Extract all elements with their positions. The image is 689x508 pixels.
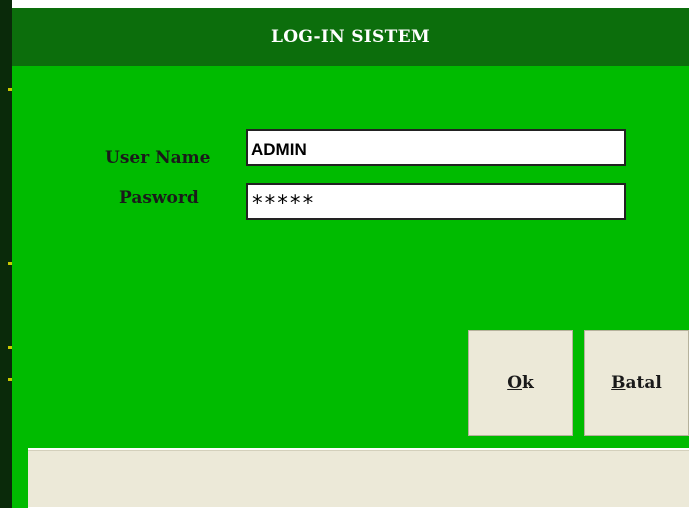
password-label: Pasword <box>119 188 199 208</box>
username-input[interactable] <box>246 129 626 166</box>
ok-button-accelerator: O <box>507 373 523 393</box>
login-window: LOG-IN SISTEM User Name Pasword Ok Batal <box>0 0 689 508</box>
ok-button[interactable]: Ok <box>468 330 573 436</box>
cancel-button-label: atal <box>625 373 662 393</box>
password-input[interactable] <box>246 183 626 220</box>
status-bar <box>28 450 689 507</box>
window-title: LOG-IN SISTEM <box>271 27 430 47</box>
login-form: User Name Pasword Ok Batal <box>12 66 689 448</box>
cancel-button[interactable]: Batal <box>584 330 689 436</box>
ok-button-label: k <box>522 373 534 393</box>
cancel-button-accelerator: B <box>611 373 626 393</box>
username-label: User Name <box>105 148 211 168</box>
status-bar-gap <box>12 448 28 508</box>
window-title-bar: LOG-IN SISTEM <box>12 8 689 67</box>
window-left-border <box>0 0 12 508</box>
